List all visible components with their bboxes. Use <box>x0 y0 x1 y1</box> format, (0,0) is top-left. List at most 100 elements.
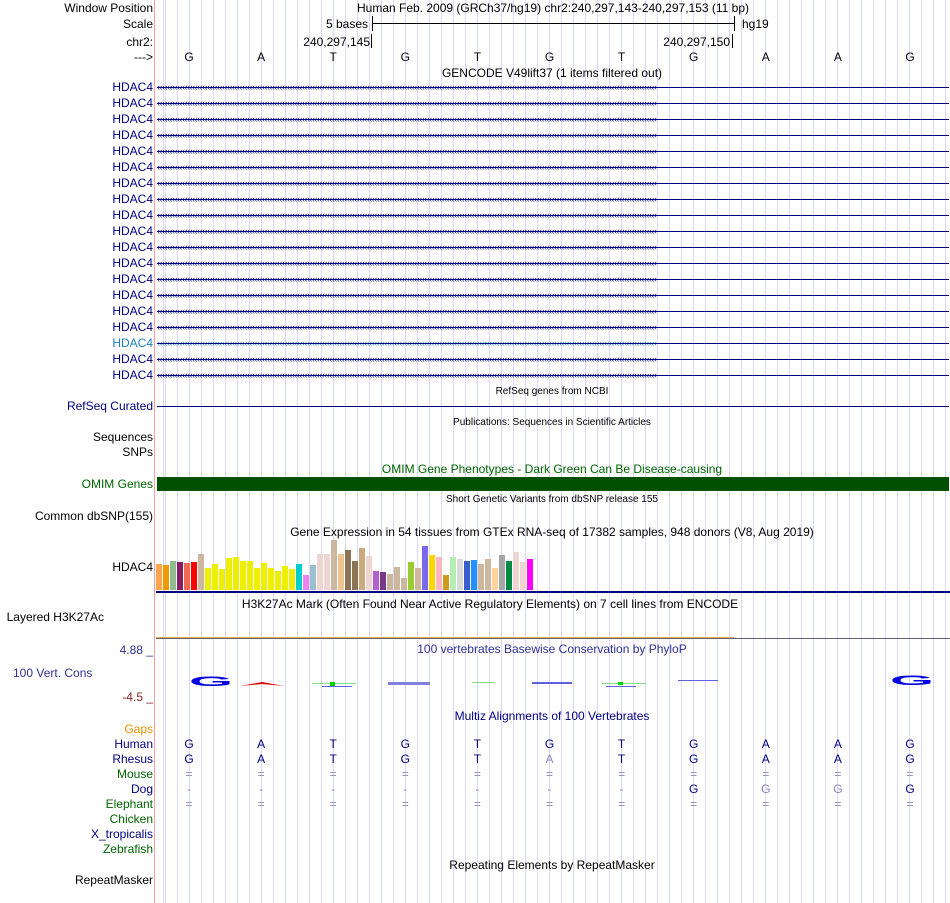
omim-label[interactable]: OMIM Genes <box>82 477 153 491</box>
gtex-tissue-bar[interactable] <box>429 555 435 590</box>
gencode-transcript-label[interactable]: HDAC4 <box>112 144 153 158</box>
gencode-transcript-label[interactable]: HDAC4 <box>112 304 153 318</box>
gtex-tissue-bar[interactable] <box>401 578 407 590</box>
gtex-tissue-bar[interactable] <box>492 568 498 590</box>
repeatmasker-label[interactable]: RepeatMasker <box>75 873 153 887</box>
gencode-transcript[interactable]: ‹‹‹‹‹‹‹‹‹‹‹‹‹‹‹‹‹‹‹‹‹‹‹‹‹‹‹‹‹‹‹‹‹‹‹‹‹‹‹‹… <box>157 275 949 284</box>
gtex-tissue-bar[interactable] <box>275 571 281 590</box>
gtex-tissue-bar[interactable] <box>338 554 344 590</box>
gtex-tissue-bar[interactable] <box>464 561 470 590</box>
gencode-transcript[interactable]: ‹‹‹‹‹‹‹‹‹‹‹‹‹‹‹‹‹‹‹‹‹‹‹‹‹‹‹‹‹‹‹‹‹‹‹‹‹‹‹‹… <box>157 259 949 268</box>
gtex-tissue-bar[interactable] <box>156 564 162 590</box>
gtex-tissue-bar[interactable] <box>177 562 183 590</box>
gtex-tissue-bar[interactable] <box>191 562 197 590</box>
gencode-transcript-label[interactable]: HDAC4 <box>112 96 153 110</box>
gencode-transcript-label[interactable]: HDAC4 <box>112 336 153 350</box>
omim-bar[interactable] <box>157 477 949 491</box>
gencode-transcript-label[interactable]: HDAC4 <box>112 272 153 286</box>
gencode-transcript[interactable]: ‹‹‹‹‹‹‹‹‹‹‹‹‹‹‹‹‹‹‹‹‹‹‹‹‹‹‹‹‹‹‹‹‹‹‹‹‹‹‹‹… <box>157 307 949 316</box>
gtex-tissue-bar[interactable] <box>345 550 351 590</box>
gtex-tissue-bar[interactable] <box>240 561 246 590</box>
gtex-tissue-bar[interactable] <box>261 563 267 590</box>
gtex-tissue-bar[interactable] <box>478 564 484 590</box>
gencode-transcript[interactable]: ‹‹‹‹‹‹‹‹‹‹‹‹‹‹‹‹‹‹‹‹‹‹‹‹‹‹‹‹‹‹‹‹‹‹‹‹‹‹‹‹… <box>157 115 949 124</box>
gencode-transcript-label[interactable]: HDAC4 <box>112 256 153 270</box>
gencode-transcript[interactable]: ‹‹‹‹‹‹‹‹‹‹‹‹‹‹‹‹‹‹‹‹‹‹‹‹‹‹‹‹‹‹‹‹‹‹‹‹‹‹‹‹… <box>157 323 949 332</box>
gtex-tissue-bar[interactable] <box>254 568 260 590</box>
gencode-transcript-label[interactable]: HDAC4 <box>112 112 153 126</box>
gencode-transcript[interactable]: ‹‹‹‹‹‹‹‹‹‹‹‹‹‹‹‹‹‹‹‹‹‹‹‹‹‹‹‹‹‹‹‹‹‹‹‹‹‹‹‹… <box>157 163 949 172</box>
gtex-tissue-bar[interactable] <box>212 564 218 590</box>
gencode-transcript-label[interactable]: HDAC4 <box>112 320 153 334</box>
gtex-tissue-bar[interactable] <box>415 568 421 590</box>
gtex-tissue-bar[interactable] <box>408 562 414 590</box>
gtex-tissue-bar[interactable] <box>457 559 463 590</box>
sequences-label[interactable]: Sequences <box>93 430 153 444</box>
gencode-transcript[interactable]: ‹‹‹‹‹‹‹‹‹‹‹‹‹‹‹‹‹‹‹‹‹‹‹‹‹‹‹‹‹‹‹‹‹‹‹‹‹‹‹‹… <box>157 339 949 348</box>
species-label[interactable]: Rhesus <box>112 752 153 766</box>
gencode-transcript[interactable]: ‹‹‹‹‹‹‹‹‹‹‹‹‹‹‹‹‹‹‹‹‹‹‹‹‹‹‹‹‹‹‹‹‹‹‹‹‹‹‹‹… <box>157 195 949 204</box>
gtex-tissue-bar[interactable] <box>499 555 505 590</box>
gtex-tissue-bar[interactable] <box>282 566 288 590</box>
gtex-tissue-bar[interactable] <box>387 574 393 590</box>
gaps-label[interactable]: Gaps <box>124 722 153 736</box>
gtex-tissue-bar[interactable] <box>205 568 211 590</box>
gtex-tissue-bar[interactable] <box>506 561 512 590</box>
gencode-transcript-label[interactable]: HDAC4 <box>112 160 153 174</box>
gtex-chart[interactable] <box>156 540 548 590</box>
gtex-tissue-bar[interactable] <box>268 568 274 590</box>
species-label[interactable]: Mouse <box>117 767 153 781</box>
gtex-tissue-bar[interactable] <box>359 548 365 590</box>
gtex-tissue-bar[interactable] <box>394 567 400 590</box>
gencode-transcript[interactable]: ‹‹‹‹‹‹‹‹‹‹‹‹‹‹‹‹‹‹‹‹‹‹‹‹‹‹‹‹‹‹‹‹‹‹‹‹‹‹‹‹… <box>157 99 949 108</box>
gtex-tissue-bar[interactable] <box>380 572 386 590</box>
gencode-transcript[interactable]: ‹‹‹‹‹‹‹‹‹‹‹‹‹‹‹‹‹‹‹‹‹‹‹‹‹‹‹‹‹‹‹‹‹‹‹‹‹‹‹‹… <box>157 211 949 220</box>
gtex-tissue-bar[interactable] <box>324 554 330 590</box>
gtex-tissue-bar[interactable] <box>233 557 239 590</box>
gencode-transcript[interactable]: ‹‹‹‹‹‹‹‹‹‹‹‹‹‹‹‹‹‹‹‹‹‹‹‹‹‹‹‹‹‹‹‹‹‹‹‹‹‹‹‹… <box>157 243 949 252</box>
gtex-label[interactable]: HDAC4 <box>112 560 153 574</box>
species-label[interactable]: Dog <box>131 782 153 796</box>
gtex-tissue-bar[interactable] <box>331 540 337 590</box>
gtex-tissue-bar[interactable] <box>184 563 190 590</box>
refseq-label[interactable]: RefSeq Curated <box>67 399 153 413</box>
gtex-tissue-bar[interactable] <box>443 575 449 590</box>
gencode-transcript-label[interactable]: HDAC4 <box>112 368 153 382</box>
gtex-tissue-bar[interactable] <box>436 557 442 590</box>
gtex-tissue-bar[interactable] <box>485 559 491 590</box>
gtex-tissue-bar[interactable] <box>352 561 358 590</box>
gencode-transcript[interactable]: ‹‹‹‹‹‹‹‹‹‹‹‹‹‹‹‹‹‹‹‹‹‹‹‹‹‹‹‹‹‹‹‹‹‹‹‹‹‹‹‹… <box>157 355 949 364</box>
gencode-transcript[interactable]: ‹‹‹‹‹‹‹‹‹‹‹‹‹‹‹‹‹‹‹‹‹‹‹‹‹‹‹‹‹‹‹‹‹‹‹‹‹‹‹‹… <box>157 179 949 188</box>
gencode-transcript[interactable]: ‹‹‹‹‹‹‹‹‹‹‹‹‹‹‹‹‹‹‹‹‹‹‹‹‹‹‹‹‹‹‹‹‹‹‹‹‹‹‹‹… <box>157 291 949 300</box>
gtex-tissue-bar[interactable] <box>527 559 533 590</box>
gtex-tissue-bar[interactable] <box>226 558 232 590</box>
species-label[interactable]: Zebrafish <box>103 842 153 856</box>
phylop-label[interactable]: 100 Vert. Cons <box>13 666 92 680</box>
gtex-tissue-bar[interactable] <box>247 561 253 590</box>
gencode-transcript-label[interactable]: HDAC4 <box>112 288 153 302</box>
refseq-gene-line[interactable] <box>157 406 949 407</box>
gtex-tissue-bar[interactable] <box>471 560 477 590</box>
gencode-transcript[interactable]: ‹‹‹‹‹‹‹‹‹‹‹‹‹‹‹‹‹‹‹‹‹‹‹‹‹‹‹‹‹‹‹‹‹‹‹‹‹‹‹‹… <box>157 131 949 140</box>
gencode-transcript[interactable]: ‹‹‹‹‹‹‹‹‹‹‹‹‹‹‹‹‹‹‹‹‹‹‹‹‹‹‹‹‹‹‹‹‹‹‹‹‹‹‹‹… <box>157 83 949 92</box>
species-label[interactable]: Human <box>114 737 153 751</box>
gtex-tissue-bar[interactable] <box>303 575 309 590</box>
gencode-transcript-label[interactable]: HDAC4 <box>112 80 153 94</box>
gtex-tissue-bar[interactable] <box>513 552 519 590</box>
gtex-tissue-bar[interactable] <box>450 557 456 590</box>
gencode-transcript-label[interactable]: HDAC4 <box>112 352 153 366</box>
phylop-plot[interactable]: G G <box>156 670 950 695</box>
species-label[interactable]: Chicken <box>110 812 153 826</box>
h3k27ac-label[interactable]: Layered H3K27Ac <box>7 610 104 624</box>
gencode-transcript[interactable]: ‹‹‹‹‹‹‹‹‹‹‹‹‹‹‹‹‹‹‹‹‹‹‹‹‹‹‹‹‹‹‹‹‹‹‹‹‹‹‹‹… <box>157 147 949 156</box>
gtex-tissue-bar[interactable] <box>296 564 302 590</box>
gencode-transcript-label[interactable]: HDAC4 <box>112 240 153 254</box>
gencode-transcript[interactable]: ‹‹‹‹‹‹‹‹‹‹‹‹‹‹‹‹‹‹‹‹‹‹‹‹‹‹‹‹‹‹‹‹‹‹‹‹‹‹‹‹… <box>157 227 949 236</box>
species-label[interactable]: Elephant <box>106 797 153 811</box>
gtex-tissue-bar[interactable] <box>520 562 526 590</box>
gtex-tissue-bar[interactable] <box>163 565 169 590</box>
gtex-tissue-bar[interactable] <box>366 556 372 590</box>
gencode-transcript-label[interactable]: HDAC4 <box>112 192 153 206</box>
species-label[interactable]: X_tropicalis <box>91 827 153 841</box>
gencode-transcript-label[interactable]: HDAC4 <box>112 224 153 238</box>
